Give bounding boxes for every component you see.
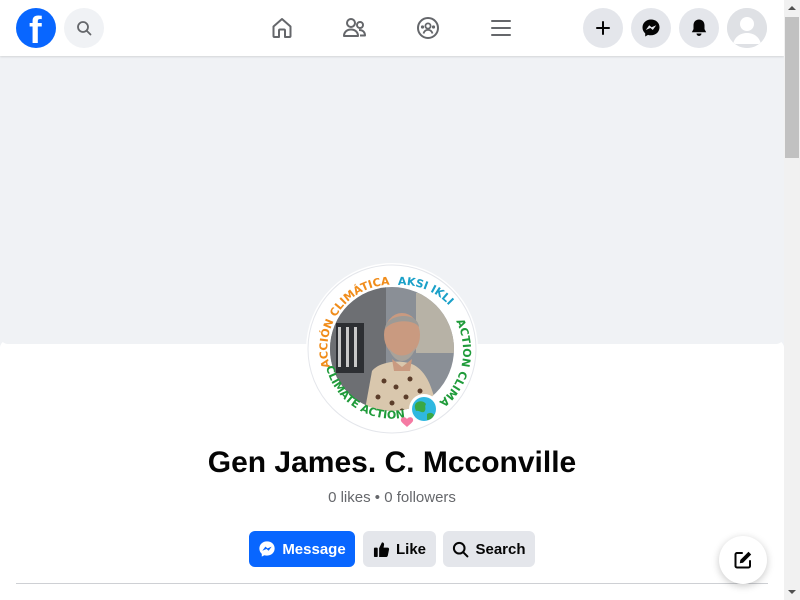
plus-icon	[596, 21, 610, 35]
stats-separator: •	[374, 489, 381, 506]
friends-tab[interactable]	[335, 8, 375, 48]
globe-icon	[409, 394, 439, 424]
friends-icon	[343, 18, 366, 37]
thumbs-up-icon	[373, 541, 390, 557]
message-button[interactable]: Message	[249, 531, 355, 567]
account-avatar[interactable]	[727, 8, 767, 48]
profile-stats: 0 likes • 0 followers	[0, 489, 784, 506]
like-button-label: Like	[395, 540, 426, 558]
new-message-button[interactable]	[719, 536, 767, 584]
logo-letter: f	[29, 10, 42, 48]
messenger-icon	[259, 541, 275, 557]
like-button[interactable]: Like	[363, 531, 436, 567]
message-button-label: Message	[282, 540, 346, 558]
create-button[interactable]	[583, 8, 623, 48]
page-scrollbar[interactable]	[784, 0, 800, 600]
menu-icon	[491, 20, 511, 36]
search-button-label: Search	[475, 540, 526, 558]
scroll-down-arrow[interactable]	[784, 584, 800, 600]
menu-tab[interactable]	[481, 8, 521, 48]
profile-picture[interactable]: ACCIÓN CLIMÁTICA AKSI IKLIM ACTION CLIMA…	[306, 263, 478, 435]
top-nav-bar: f	[0, 0, 784, 56]
avatar	[727, 8, 767, 48]
scroll-up-arrow[interactable]	[784, 0, 800, 16]
section-divider	[16, 583, 768, 584]
messenger-button[interactable]	[631, 8, 671, 48]
profile-frame: ACCIÓN CLIMÁTICA AKSI IKLIM ACTION CLIMA…	[306, 263, 477, 434]
search-icon	[77, 21, 92, 36]
groups-tab[interactable]	[408, 8, 448, 48]
chevron-down-icon	[788, 590, 796, 594]
chevron-up-icon	[788, 6, 796, 10]
search-button[interactable]	[64, 8, 104, 48]
messenger-icon	[642, 19, 660, 37]
scrollbar-thumb[interactable]	[785, 17, 799, 158]
compose-icon	[734, 551, 752, 569]
search-page-button[interactable]: Search	[443, 531, 535, 567]
groups-icon	[417, 17, 439, 39]
home-tab[interactable]	[262, 8, 302, 48]
bell-icon	[691, 19, 707, 36]
likes-count[interactable]: 0 likes	[328, 489, 371, 506]
profile-name: Gen James. C. Mcconville	[207, 446, 577, 479]
followers-count[interactable]: 0 followers	[384, 489, 456, 506]
search-icon	[453, 541, 469, 557]
facebook-logo[interactable]: f	[16, 8, 56, 48]
notifications-button[interactable]	[679, 8, 719, 48]
home-icon	[272, 18, 292, 38]
